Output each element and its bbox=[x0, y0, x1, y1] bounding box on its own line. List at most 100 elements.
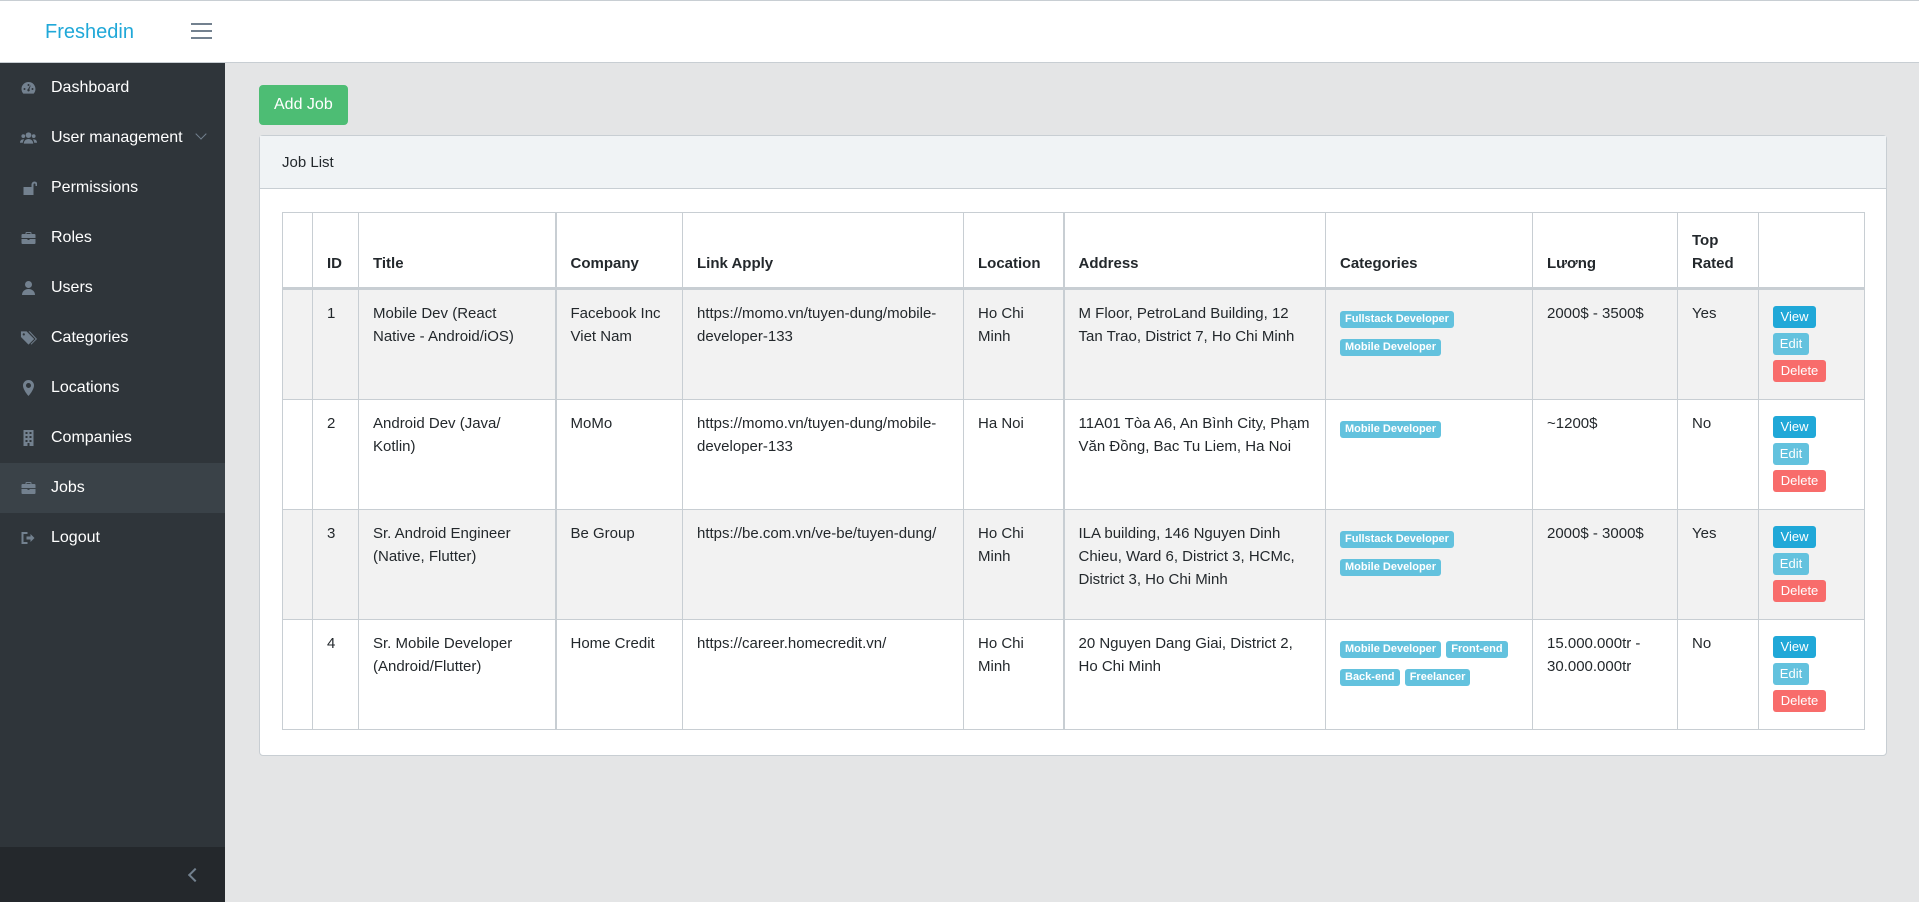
cell-salary: 2000$ - 3500$ bbox=[1532, 288, 1678, 400]
main-content: Add Job Job List ID Title Company Link A… bbox=[225, 63, 1919, 902]
sidebar-item-roles[interactable]: Roles bbox=[0, 213, 225, 263]
cell-address: 20 Nguyen Dang Giai, District 2, Ho Chi … bbox=[1062, 619, 1326, 730]
sidebar-item-label: Users bbox=[51, 279, 93, 296]
sidebar-item-categories[interactable]: Categories bbox=[0, 313, 225, 363]
cell-actions: View Edit Delete bbox=[1758, 288, 1865, 400]
user-icon bbox=[19, 280, 37, 296]
cell-actions: View Edit Delete bbox=[1758, 399, 1865, 510]
row-select-cell bbox=[282, 509, 313, 620]
sidebar-item-user-management[interactable]: User management bbox=[0, 113, 225, 163]
column-header-salary: Lương bbox=[1532, 212, 1678, 290]
table-row: 2 Android Dev (Java/ Kotlin) MoMo https://m… bbox=[282, 399, 1865, 510]
sidebar-item-label: Categories bbox=[51, 329, 129, 346]
delete-button[interactable]: Delete bbox=[1773, 580, 1826, 602]
category-badge: Fullstack Developer bbox=[1340, 311, 1454, 328]
cell-link-apply: https://career.homecredit.vn/ bbox=[682, 619, 964, 730]
brand-logo[interactable]: Freshedin bbox=[45, 21, 134, 44]
cell-location: Ho Chi Minh bbox=[963, 619, 1064, 730]
cell-top-rated: No bbox=[1677, 619, 1759, 730]
sidebar-item-label: Dashboard bbox=[51, 79, 130, 96]
column-header-top-rated: Top Rated bbox=[1677, 212, 1759, 290]
cell-salary: 2000$ - 3000$ bbox=[1532, 509, 1678, 620]
job-list-card: Job List ID Title Company Link Apply Loc… bbox=[259, 135, 1887, 756]
view-button[interactable]: View bbox=[1773, 416, 1816, 438]
column-header-location: Location bbox=[963, 212, 1064, 290]
job-table: ID Title Company Link Apply Location Add… bbox=[282, 212, 1865, 730]
cell-address: 11A01 Tòa A6, An Bình City, Phạm Văn Đồn… bbox=[1062, 399, 1326, 510]
card-title: Job List bbox=[260, 136, 1886, 189]
table-header-row: ID Title Company Link Apply Location Add… bbox=[282, 212, 1865, 290]
column-header-address: Address bbox=[1062, 212, 1326, 290]
sidebar-item-jobs[interactable]: Jobs bbox=[0, 463, 225, 513]
sidebar: Dashboard User management Permissions Roles… bbox=[0, 63, 225, 902]
category-badge: Mobile Developer bbox=[1340, 421, 1442, 438]
sidebar-nav: Dashboard User management Permissions Roles… bbox=[0, 63, 225, 563]
cell-title: Sr. Mobile Developer (Android/Flutter) bbox=[358, 619, 556, 730]
cell-company: Be Group bbox=[554, 509, 683, 620]
dashboard-icon bbox=[19, 80, 37, 96]
table-row: 1 Mobile Dev (React Native - Android/iOS)… bbox=[282, 288, 1865, 400]
briefcase-icon bbox=[19, 480, 37, 496]
column-header-id: ID bbox=[312, 212, 359, 290]
sidebar-item-companies[interactable]: Companies bbox=[0, 413, 225, 463]
edit-button[interactable]: Edit bbox=[1773, 443, 1809, 465]
cell-categories: Mobile Developer bbox=[1325, 399, 1533, 510]
chevron-left-icon bbox=[187, 867, 203, 883]
top-header: Freshedin bbox=[0, 0, 1919, 63]
sidebar-item-label: Roles bbox=[51, 229, 92, 246]
category-badge: Mobile Developer bbox=[1340, 559, 1442, 576]
menu-toggle-icon[interactable] bbox=[191, 23, 212, 41]
sidebar-item-label: Locations bbox=[51, 379, 120, 396]
column-header-select bbox=[282, 212, 313, 290]
sidebar-item-dashboard[interactable]: Dashboard bbox=[0, 63, 225, 113]
row-select-cell bbox=[282, 288, 313, 400]
cell-id: 3 bbox=[312, 509, 359, 620]
delete-button[interactable]: Delete bbox=[1773, 470, 1826, 492]
category-badge: Freelancer bbox=[1404, 669, 1471, 686]
column-header-title: Title bbox=[358, 212, 556, 290]
cell-id: 2 bbox=[312, 399, 359, 510]
edit-button[interactable]: Edit bbox=[1773, 333, 1809, 355]
cell-salary: 15.000.000tr - 30.000.000tr bbox=[1532, 619, 1678, 730]
category-badge: Back-end bbox=[1340, 669, 1400, 686]
sidebar-item-users[interactable]: Users bbox=[0, 263, 225, 313]
view-button[interactable]: View bbox=[1773, 306, 1816, 328]
view-button[interactable]: View bbox=[1773, 526, 1816, 548]
view-button[interactable]: View bbox=[1773, 636, 1816, 658]
sidebar-item-permissions[interactable]: Permissions bbox=[0, 163, 225, 213]
cell-company: Facebook Inc Viet Nam bbox=[554, 288, 683, 400]
cell-link-apply: https://momo.vn/tuyen-dung/mobile-develo… bbox=[682, 399, 964, 510]
chevron-down-icon bbox=[195, 128, 207, 140]
cell-company: MoMo bbox=[554, 399, 683, 510]
sign-out-icon bbox=[19, 530, 37, 546]
tags-icon bbox=[19, 330, 37, 346]
cell-salary: ~1200$ bbox=[1532, 399, 1678, 510]
column-header-company: Company bbox=[554, 212, 683, 290]
unlock-icon bbox=[19, 180, 37, 196]
add-job-button[interactable]: Add Job bbox=[259, 85, 348, 125]
sidebar-minimizer[interactable] bbox=[0, 847, 225, 902]
edit-button[interactable]: Edit bbox=[1773, 663, 1809, 685]
cell-location: Ha Noi bbox=[963, 399, 1064, 510]
cell-location: Ho Chi Minh bbox=[963, 288, 1064, 400]
category-badge: Fullstack Developer bbox=[1340, 531, 1454, 548]
edit-button[interactable]: Edit bbox=[1773, 553, 1809, 575]
building-icon bbox=[19, 430, 37, 446]
cell-id: 4 bbox=[312, 619, 359, 730]
cell-title: Sr. Android Engineer (Native, Flutter) bbox=[358, 509, 556, 620]
cell-address: M Floor, PetroLand Building, 12 Tan Trao… bbox=[1062, 288, 1326, 400]
sidebar-item-logout[interactable]: Logout bbox=[0, 513, 225, 563]
sidebar-item-label: Permissions bbox=[51, 179, 139, 196]
table-row: 4 Sr. Mobile Developer (Android/Flutter) H… bbox=[282, 619, 1865, 730]
delete-button[interactable]: Delete bbox=[1773, 690, 1826, 712]
delete-button[interactable]: Delete bbox=[1773, 360, 1826, 382]
sidebar-item-label: Jobs bbox=[51, 479, 85, 496]
cell-title: Android Dev (Java/ Kotlin) bbox=[358, 399, 556, 510]
cell-actions: View Edit Delete bbox=[1758, 509, 1865, 620]
sidebar-item-locations[interactable]: Locations bbox=[0, 363, 225, 413]
cell-address: ILA building, 146 Nguyen Dinh Chieu, War… bbox=[1062, 509, 1326, 620]
column-header-actions bbox=[1758, 212, 1865, 290]
column-header-link: Link Apply bbox=[682, 212, 964, 290]
row-select-cell bbox=[282, 399, 313, 510]
cell-top-rated: No bbox=[1677, 399, 1759, 510]
